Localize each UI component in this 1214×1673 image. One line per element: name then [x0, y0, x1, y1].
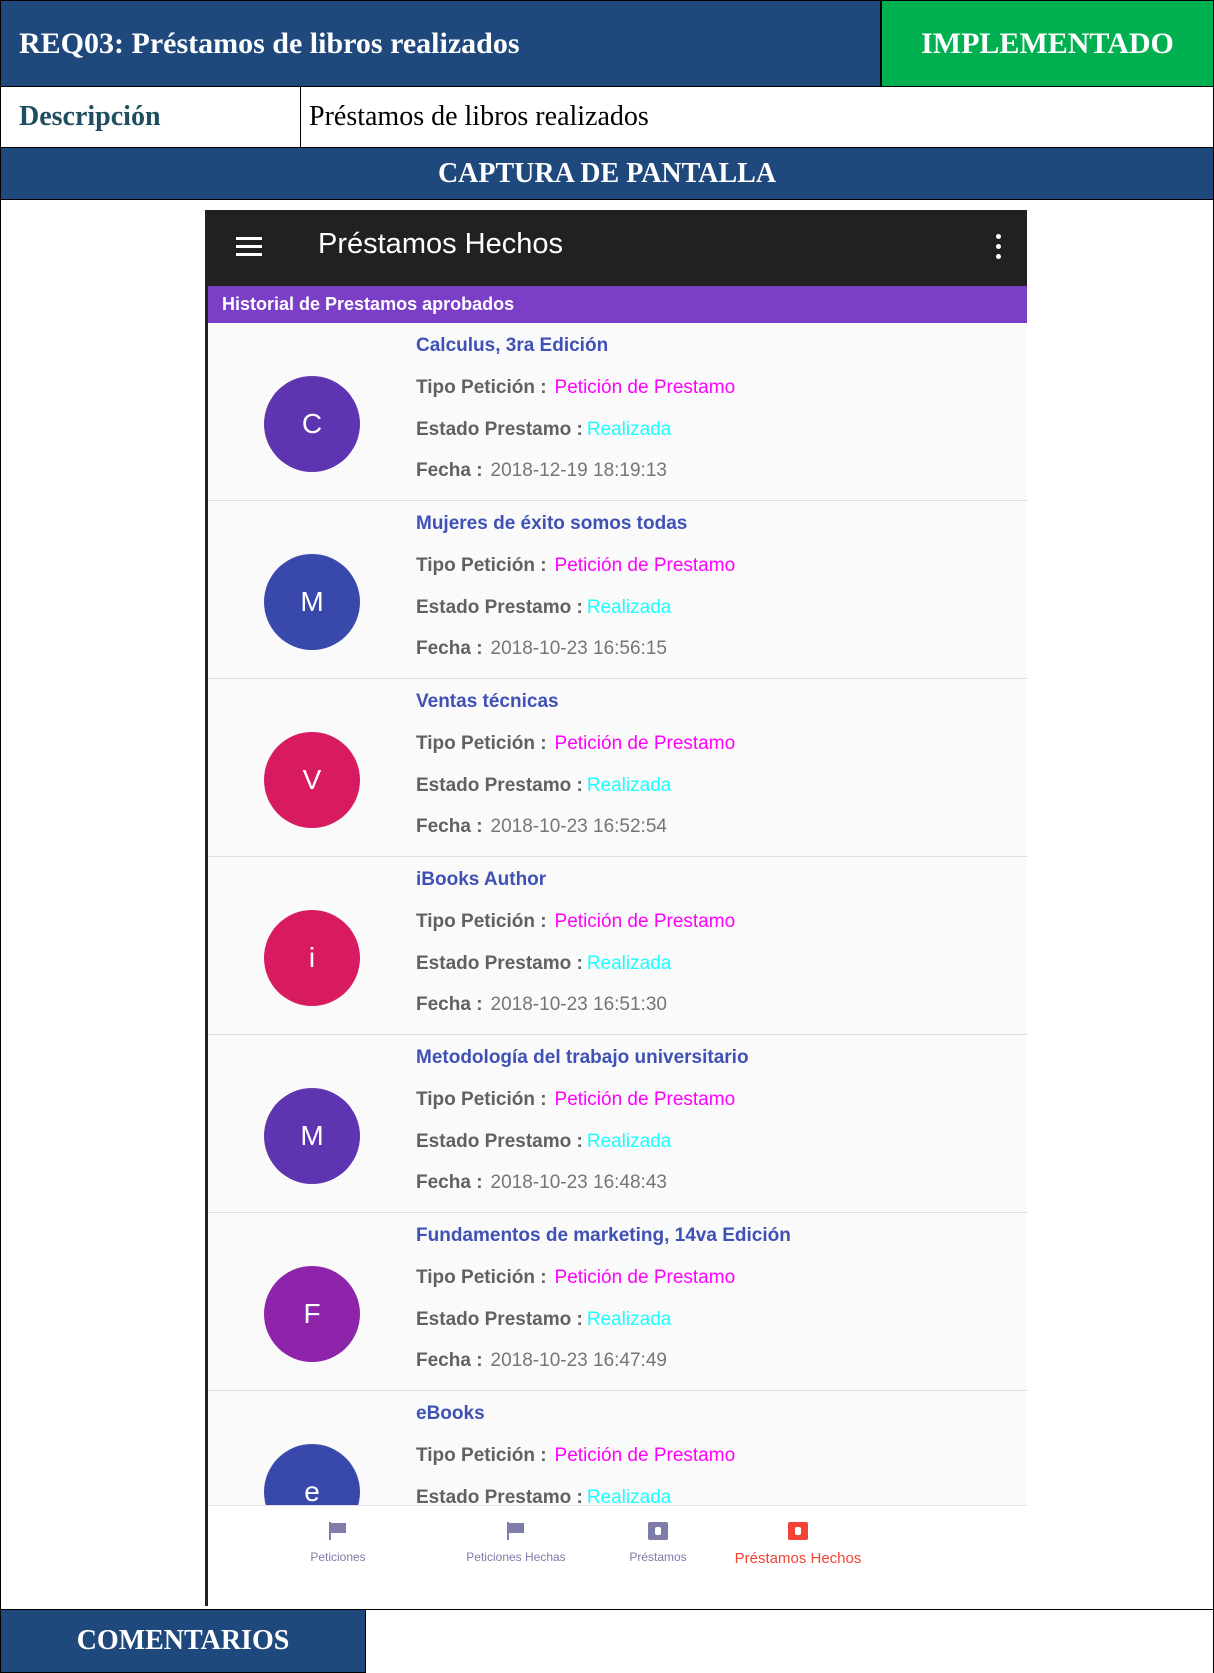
nav-label: Peticiones Hechas: [466, 1550, 566, 1564]
loan-list: C Calculus, 3ra Edición Tipo Petición : P…: [208, 323, 1027, 1505]
tipo-label: Tipo Petición :: [416, 733, 547, 754]
estado-label: Estado Prestamo :: [416, 1309, 583, 1330]
nav-peticiones-hechas[interactable]: Peticiones Hechas: [446, 1522, 586, 1564]
fecha-value: 2018-10-23 16:48:43: [490, 1172, 667, 1193]
book-title: Mujeres de éxito somos todas: [416, 513, 688, 534]
requirement-title: REQ03: Préstamos de libros realizados: [0, 0, 881, 87]
app-screenshot: Préstamos Hechos Historial de Prestamos …: [205, 210, 1027, 1606]
app-title: Préstamos Hechos: [318, 228, 563, 260]
comments-label: COMENTARIOS: [0, 1609, 366, 1673]
tipo-value: Petición de Prestamo: [554, 1089, 736, 1110]
estado-label: Estado Prestamo :: [416, 597, 583, 618]
description-value: Préstamos de libros realizados: [301, 87, 1214, 148]
requirement-document: REQ03: Préstamos de libros realizados IM…: [0, 0, 1214, 1673]
bottom-navigation: Peticiones Peticiones Hechas Préstamos P…: [208, 1505, 1027, 1606]
menu-icon[interactable]: [236, 237, 262, 257]
tipo-value: Petición de Prestamo: [554, 911, 736, 932]
fecha-label: Fecha :: [416, 1350, 483, 1371]
avatar: C: [264, 376, 360, 472]
list-subheader: Historial de Prestamos aprobados: [208, 286, 1027, 323]
comments-value: [366, 1609, 1214, 1673]
list-item[interactable]: M Metodología del trabajo universitario …: [208, 1035, 1027, 1213]
list-item[interactable]: e eBooks Tipo Petición : Petición de Pres…: [208, 1391, 1027, 1505]
flag-icon: [506, 1522, 526, 1540]
estado-value: Realizada: [586, 419, 672, 440]
folder-user-icon: [788, 1522, 808, 1540]
tipo-label: Tipo Petición :: [416, 1445, 547, 1466]
avatar: F: [264, 1266, 360, 1362]
list-item[interactable]: i iBooks Author Tipo Petición : Petición …: [208, 857, 1027, 1035]
nav-label: Préstamos Hechos: [734, 1550, 862, 1567]
flag-icon: [328, 1522, 348, 1540]
estado-label: Estado Prestamo :: [416, 775, 583, 796]
fecha-label: Fecha :: [416, 994, 483, 1015]
estado-value: Realizada: [586, 953, 672, 974]
nav-label: Peticiones: [310, 1550, 366, 1564]
avatar: V: [264, 732, 360, 828]
list-item[interactable]: F Fundamentos de marketing, 14va Edición…: [208, 1213, 1027, 1391]
estado-label: Estado Prestamo :: [416, 1487, 583, 1505]
book-title: Fundamentos de marketing, 14va Edición: [416, 1225, 791, 1246]
fecha-label: Fecha :: [416, 638, 483, 659]
book-title: Calculus, 3ra Edición: [416, 335, 609, 356]
fecha-value: 2018-12-19 18:19:13: [490, 460, 667, 481]
app-bar: Préstamos Hechos: [208, 210, 1027, 286]
tipo-value: Petición de Prestamo: [554, 555, 736, 576]
nav-prestamos[interactable]: Préstamos: [608, 1522, 708, 1564]
nav-peticiones[interactable]: Peticiones: [288, 1522, 388, 1564]
tipo-label: Tipo Petición :: [416, 911, 547, 932]
list-item[interactable]: C Calculus, 3ra Edición Tipo Petición : P…: [208, 323, 1027, 501]
avatar: M: [264, 554, 360, 650]
book-title: iBooks Author: [416, 869, 547, 890]
fecha-value: 2018-10-23 16:52:54: [490, 816, 667, 837]
fecha-value: 2018-10-23 16:51:30: [490, 994, 667, 1015]
estado-value: Realizada: [586, 1487, 672, 1505]
avatar: M: [264, 1088, 360, 1184]
tipo-label: Tipo Petición :: [416, 377, 547, 398]
tipo-value: Petición de Prestamo: [554, 733, 736, 754]
tipo-label: Tipo Petición :: [416, 555, 547, 576]
fecha-value: 2018-10-23 16:47:49: [490, 1350, 667, 1371]
avatar: i: [264, 910, 360, 1006]
estado-value: Realizada: [586, 775, 672, 796]
capture-header: CAPTURA DE PANTALLA: [0, 148, 1214, 200]
estado-value: Realizada: [586, 1309, 672, 1330]
nav-prestamos-hechos[interactable]: Préstamos Hechos: [718, 1522, 878, 1567]
book-title: Ventas técnicas: [416, 691, 559, 712]
avatar: e: [264, 1444, 360, 1505]
more-vert-icon[interactable]: [996, 234, 1002, 262]
estado-label: Estado Prestamo :: [416, 953, 583, 974]
tipo-label: Tipo Petición :: [416, 1089, 547, 1110]
description-label: Descripción: [0, 87, 301, 148]
estado-value: Realizada: [586, 597, 672, 618]
estado-label: Estado Prestamo :: [416, 1131, 583, 1152]
tipo-value: Petición de Prestamo: [554, 1267, 736, 1288]
estado-value: Realizada: [586, 1131, 672, 1152]
list-item[interactable]: M Mujeres de éxito somos todas Tipo Peti…: [208, 501, 1027, 679]
fecha-label: Fecha :: [416, 816, 483, 837]
status-badge: IMPLEMENTADO: [881, 0, 1214, 87]
tipo-label: Tipo Petición :: [416, 1267, 547, 1288]
book-title: Metodología del trabajo universitario: [416, 1047, 749, 1068]
tipo-value: Petición de Prestamo: [554, 1445, 736, 1466]
fecha-label: Fecha :: [416, 460, 483, 481]
nav-label: Préstamos: [629, 1550, 687, 1564]
folder-user-icon: [648, 1522, 668, 1540]
tipo-value: Petición de Prestamo: [554, 377, 736, 398]
fecha-value: 2018-10-23 16:56:15: [490, 638, 667, 659]
book-title: eBooks: [416, 1403, 485, 1424]
list-item[interactable]: V Ventas técnicas Tipo Petición : Petició…: [208, 679, 1027, 857]
fecha-label: Fecha :: [416, 1172, 483, 1193]
estado-label: Estado Prestamo :: [416, 419, 583, 440]
